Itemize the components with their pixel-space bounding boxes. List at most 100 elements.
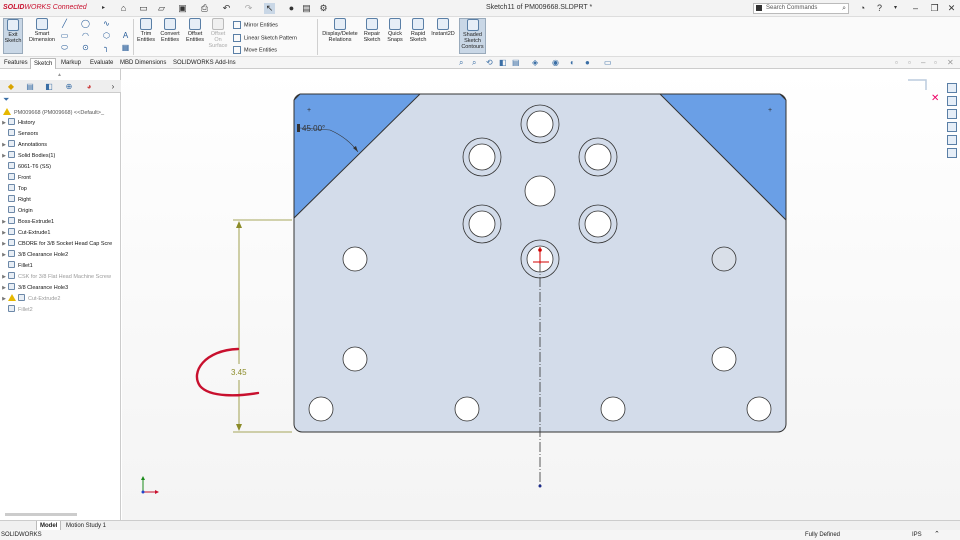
appearances-icon[interactable] — [947, 135, 957, 145]
spline-icon[interactable]: ∿ — [102, 19, 111, 28]
filter-icon[interactable]: ⏷ — [3, 95, 9, 105]
tree-item[interactable]: ▶ 3/8 Clearance Hole3 — [0, 283, 68, 293]
expand-arrow-icon[interactable]: ▶ — [0, 140, 8, 150]
undo-icon[interactable]: ↶ — [221, 3, 232, 14]
confirmation-corner-cancel-icon[interactable]: ✕ — [931, 93, 939, 104]
tree-item[interactable]: ▶ 3/8 Clearance Hole2 — [0, 250, 68, 260]
previous-view-icon[interactable]: ⟲ — [486, 58, 493, 68]
dimxpert-tab-icon[interactable]: ⊕ — [61, 81, 77, 92]
tab-features[interactable]: Features — [1, 58, 31, 69]
status-expand-icon[interactable]: ⌃ — [934, 530, 940, 540]
tree-item[interactable]: Fillet1 — [0, 261, 33, 271]
expand-arrow-icon[interactable]: ▶ — [0, 228, 8, 238]
custom-properties-icon[interactable] — [947, 148, 957, 158]
offset-entities-button[interactable]: Offset Entities — [184, 18, 206, 43]
plane-icon[interactable]: ▦ — [121, 43, 130, 52]
horizontal-scrollbar[interactable] — [5, 513, 77, 516]
more-tabs-icon[interactable]: › — [105, 81, 121, 92]
zoom-to-fit-icon[interactable]: ⌕ — [459, 58, 463, 68]
help-dropdown-icon[interactable]: ▾ — [890, 3, 901, 14]
instant2d-button[interactable]: Instant2D — [430, 18, 456, 37]
linear-dimension-text[interactable]: 3.45 — [231, 368, 247, 377]
expand-arrow-icon[interactable]: ▶ — [0, 239, 8, 249]
rebuild-icon[interactable]: ● — [286, 3, 297, 14]
new-document-icon[interactable]: ▭ — [138, 3, 149, 14]
rapid-sketch-button[interactable]: Rapid Sketch — [408, 18, 428, 43]
trim-entities-button[interactable]: Trim Entities — [136, 18, 156, 43]
tab-markup[interactable]: Markup — [58, 58, 84, 69]
smart-dimension-button[interactable]: Smart Dimension — [28, 18, 56, 43]
expand-arrow-icon[interactable]: ▶ — [0, 151, 8, 161]
file-properties-icon[interactable]: ▤ — [301, 3, 312, 14]
tree-item[interactable]: Right — [0, 195, 31, 205]
display-style-icon[interactable]: ◉ — [552, 58, 559, 68]
design-library-icon[interactable] — [947, 96, 957, 106]
redo-icon[interactable]: ↷ — [243, 3, 254, 14]
search-commands-input[interactable]: Search Commands ⌕ — [753, 3, 849, 14]
resources-home-icon[interactable] — [947, 83, 957, 93]
quick-snaps-button[interactable]: Quick Snaps — [385, 18, 405, 43]
tree-item[interactable]: ▶ Annotations — [0, 140, 47, 150]
tree-root-part[interactable]: PM009668 (PM009668) <<Default>_ — [3, 108, 104, 116]
point-icon[interactable]: ⊙ — [81, 43, 90, 52]
tree-item[interactable]: ▶ CSK for 3/8 Flat Head Machine Screw — [0, 272, 111, 282]
rectangle-icon[interactable]: ▭ — [60, 31, 69, 40]
mirror-entities-button[interactable]: Mirror Entities — [233, 21, 278, 29]
panel-collapse-icon[interactable]: ▲ — [57, 72, 62, 78]
panel-maximize-icon[interactable]: ▫ — [934, 58, 937, 68]
zoom-area-icon[interactable]: ⌕ — [472, 58, 476, 68]
view-settings-icon[interactable]: ▭ — [604, 58, 612, 68]
display-delete-relations-button[interactable]: Display/Delete Relations — [320, 18, 360, 43]
tree-item[interactable]: Origin — [0, 206, 33, 216]
tree-item[interactable]: ▶ Cut-Extrude2 — [0, 294, 60, 304]
tab-sketch[interactable]: Sketch — [30, 58, 57, 69]
sketch-canvas[interactable]: + + 45.00° 3.45 ✕ — [122, 69, 960, 520]
expand-arrow-icon[interactable]: ▶ — [0, 118, 8, 128]
select-arrow-icon[interactable]: ↖ — [264, 3, 275, 14]
sketch-origin-point[interactable] — [538, 248, 542, 252]
tree-item[interactable]: ▶ CBORE for 3/8 Socket Head Cap Scre — [0, 239, 112, 249]
convert-entities-button[interactable]: Convert Entities — [158, 18, 182, 43]
restore-icon[interactable]: ❐ — [929, 3, 940, 14]
line-icon[interactable]: ╱ — [60, 19, 69, 28]
close-icon[interactable]: ✕ — [946, 3, 957, 14]
display-manager-tab-icon[interactable]: ◕ — [81, 81, 97, 92]
fillet-icon[interactable]: ╮ — [102, 43, 111, 52]
property-manager-tab-icon[interactable]: ▤ — [22, 81, 38, 92]
help-icon[interactable]: ? — [874, 3, 885, 14]
text-icon[interactable]: A — [121, 31, 130, 40]
arc-icon[interactable]: ◠ — [81, 31, 90, 40]
view-orientation-icon[interactable]: ◈ — [532, 58, 538, 68]
options-gear-icon[interactable]: ⚙ — [318, 3, 329, 14]
feature-manager-tab-icon[interactable]: ◆ — [3, 81, 19, 92]
home-icon[interactable]: ⌂ — [118, 3, 129, 14]
save-icon[interactable]: ▣ — [177, 3, 188, 14]
tree-filter[interactable]: ⏷ — [0, 95, 121, 106]
offset-on-surface-button[interactable]: Offset On Surface — [208, 18, 228, 49]
tab-evaluate[interactable]: Evaluate — [87, 58, 116, 69]
expand-arrow-icon[interactable]: ▶ — [0, 250, 8, 260]
view-palette-icon[interactable] — [947, 122, 957, 132]
tree-item[interactable]: Sensors — [0, 129, 38, 139]
slot-icon[interactable]: ⬭ — [60, 43, 69, 52]
tree-item[interactable]: ▶ Solid Bodies(1) — [0, 151, 55, 161]
menu-expand-icon[interactable]: ▸ — [98, 3, 109, 14]
search-icon[interactable]: ⌕ — [842, 4, 846, 13]
linear-sketch-pattern-button[interactable]: Linear Sketch Pattern — [233, 34, 297, 42]
dynamic-annotation-icon[interactable]: ▤ — [512, 58, 520, 68]
panel-minimize-icon[interactable]: – — [921, 58, 925, 68]
circle-icon[interactable]: ◯ — [81, 19, 90, 28]
tree-item[interactable]: 6061-T6 (SS) — [0, 162, 51, 172]
status-units[interactable]: IPS — [912, 530, 922, 540]
tree-item[interactable]: ▶ History — [0, 118, 35, 128]
tree-item[interactable]: ▶ Cut-Extrude1 — [0, 228, 50, 238]
configuration-manager-tab-icon[interactable]: ◧ — [41, 81, 57, 92]
move-entities-button[interactable]: Move Entities — [233, 46, 277, 54]
print-icon[interactable]: ⎙ — [199, 3, 210, 14]
centerline-endpoint[interactable] — [538, 484, 542, 488]
tree-item[interactable]: Fillet2 — [0, 305, 33, 315]
angle-dimension-text[interactable]: 45.00° — [302, 124, 325, 133]
confirmation-corner-exit-icon[interactable] — [908, 79, 927, 90]
open-folder-icon[interactable]: ▱ — [156, 3, 167, 14]
appearance-icon[interactable]: ● — [585, 58, 590, 68]
